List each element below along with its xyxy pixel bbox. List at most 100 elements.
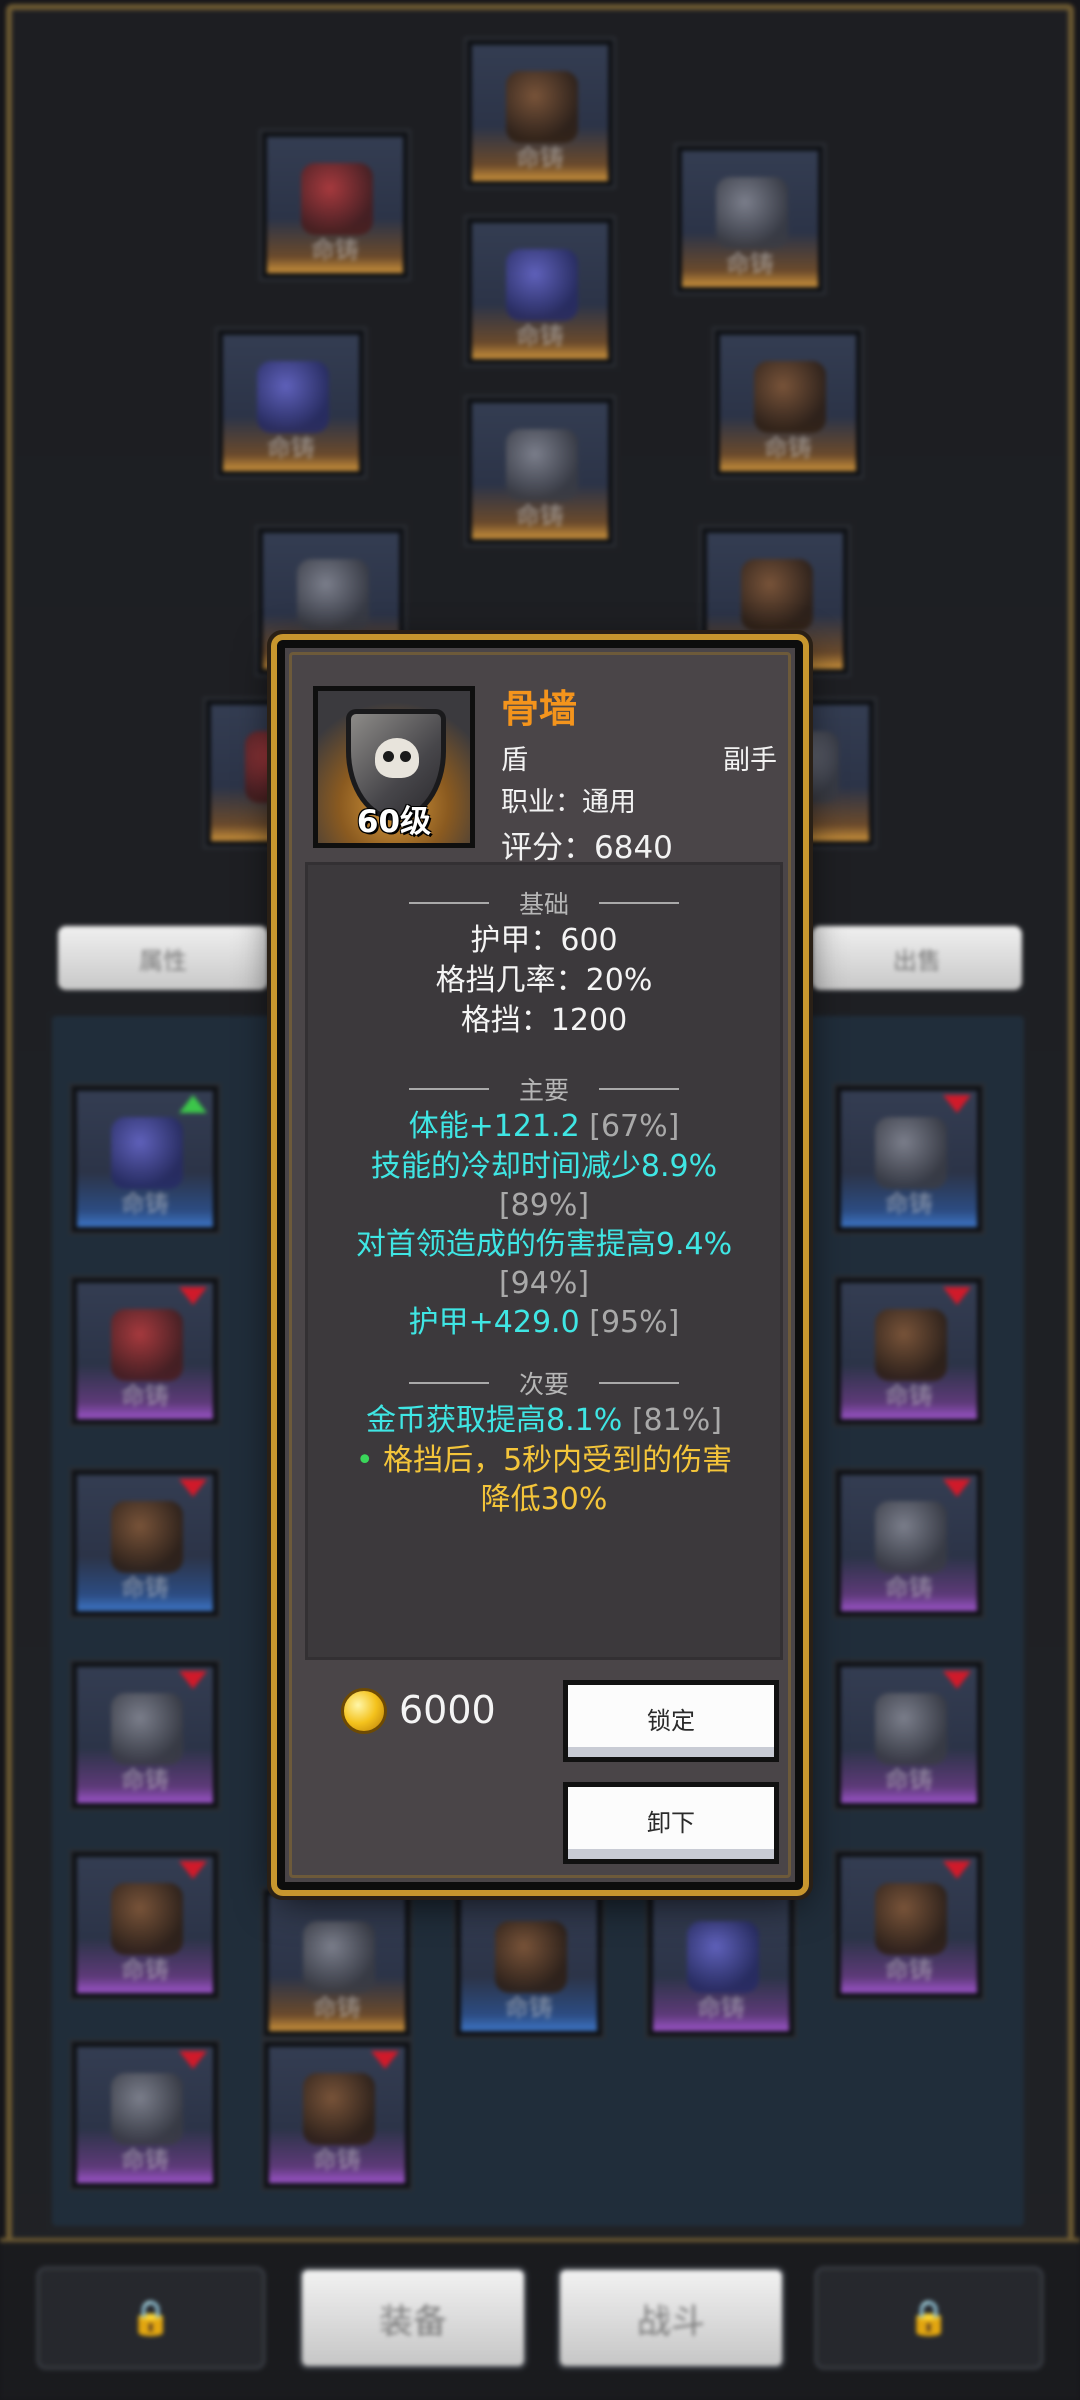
slot-label: 命铸 bbox=[505, 1994, 553, 2022]
inventory-slot[interactable]: 命铸 bbox=[836, 1278, 982, 1424]
gold-coin-icon bbox=[341, 1688, 387, 1734]
bottom-tab-bar: 🔒 装备 战斗 🔒 bbox=[0, 2238, 1080, 2400]
slot-label: 命铸 bbox=[726, 250, 774, 278]
downgrade-arrow-icon bbox=[179, 1287, 207, 1305]
item-level: 60级 bbox=[356, 804, 432, 840]
inventory-slot[interactable]: 命铸 bbox=[72, 1662, 218, 1808]
belt-icon bbox=[506, 429, 578, 501]
attributes-button-label: 属性 bbox=[139, 946, 187, 975]
tab-locked-2[interactable]: 🔒 bbox=[814, 2266, 1044, 2370]
inventory-slot[interactable]: 命铸 bbox=[836, 1662, 982, 1808]
unequip-button[interactable]: 卸下 bbox=[563, 1782, 779, 1864]
slot-label: 命铸 bbox=[764, 434, 812, 462]
ring-icon bbox=[297, 559, 369, 631]
inventory-slot[interactable]: 命铸 bbox=[264, 1890, 410, 2036]
downgrade-arrow-icon bbox=[179, 1861, 207, 1879]
slot-label: 命铸 bbox=[885, 1574, 933, 1602]
item-score: 评分：6840 bbox=[501, 830, 673, 866]
slot-label: 命铸 bbox=[516, 502, 564, 530]
equip-slot-gloves[interactable]: 命铸 bbox=[218, 330, 364, 476]
base-stat-block-chance: 格挡几率：20% bbox=[435, 963, 653, 998]
equip-slot-bracer[interactable]: 命铸 bbox=[715, 330, 861, 476]
base-stat-block: 格挡：1200 bbox=[460, 1003, 628, 1038]
bracer-icon bbox=[754, 361, 826, 433]
primary-affix-2: 技能的冷却时间减少8.9% bbox=[370, 1149, 718, 1184]
tab-battle-label: 战斗 bbox=[637, 2301, 705, 2342]
ring-icon bbox=[741, 559, 813, 631]
slot-label: 命铸 bbox=[313, 1994, 361, 2022]
item-icon-frame: 60级 bbox=[313, 686, 475, 848]
tab-equipment[interactable]: 装备 bbox=[298, 2266, 528, 2370]
tab-locked-1[interactable]: 🔒 bbox=[36, 2266, 266, 2370]
affix-text: 护甲+429.0 bbox=[408, 1305, 580, 1340]
downgrade-arrow-icon bbox=[371, 2051, 399, 2069]
necklace-icon bbox=[303, 1921, 375, 1993]
slot-label: 命铸 bbox=[121, 2146, 169, 2174]
affix-roll-percent: [81%] bbox=[631, 1403, 722, 1438]
attributes-button[interactable]: 属性 bbox=[58, 926, 268, 990]
inventory-slot[interactable]: 命铸 bbox=[648, 1890, 794, 2036]
slot-label: 命铸 bbox=[516, 144, 564, 172]
equip-slot-helmet[interactable]: 命铸 bbox=[467, 40, 613, 186]
slot-label: 命铸 bbox=[121, 1190, 169, 1218]
divider bbox=[408, 1088, 489, 1090]
secondary-section-header: 次要 bbox=[308, 1365, 780, 1401]
inventory-slot[interactable]: 命铸 bbox=[72, 1852, 218, 1998]
equip-slot-cape[interactable]: 命铸 bbox=[262, 132, 408, 278]
primary-affix-2-roll: [89%] bbox=[498, 1188, 590, 1223]
affix-roll-percent: [95%] bbox=[589, 1305, 680, 1340]
divider bbox=[408, 1382, 489, 1384]
primary-header-label: 主要 bbox=[518, 1076, 569, 1105]
equip-slot-chest[interactable]: 命铸 bbox=[467, 218, 613, 364]
base-header-label: 基础 bbox=[518, 890, 569, 919]
legendary-bullet-icon: • bbox=[355, 1443, 374, 1478]
slot-label: 命铸 bbox=[121, 1956, 169, 1984]
affix-text: 体能+121.2 bbox=[408, 1109, 580, 1144]
inventory-slot[interactable]: 命铸 bbox=[836, 1086, 982, 1232]
divider bbox=[408, 902, 489, 904]
equip-slot-necklace[interactable]: 命铸 bbox=[677, 146, 823, 292]
inventory-slot[interactable]: 命铸 bbox=[836, 1470, 982, 1616]
item-class: 职业：通用 bbox=[501, 787, 636, 818]
downgrade-arrow-icon bbox=[943, 1479, 971, 1497]
affix-text: 金币获取提高8.1% bbox=[366, 1403, 623, 1438]
legendary-text-line2: 降低30% bbox=[480, 1482, 608, 1517]
inventory-slot[interactable]: 命铸 bbox=[836, 1852, 982, 1998]
primary-affix-3-roll: [94%] bbox=[498, 1266, 590, 1301]
hatchet-icon bbox=[111, 1883, 183, 1955]
inventory-slot[interactable]: 命铸 bbox=[72, 1278, 218, 1424]
item-detail-dialog: 60级 骨墙 盾 副手 职业：通用 评分：6840 基础 护甲：600 格挡几率… bbox=[277, 640, 803, 1890]
inventory-slot[interactable]: 命铸 bbox=[72, 1470, 218, 1616]
primary-affix-4: 护甲+429.0 [95%] bbox=[308, 1303, 780, 1343]
downgrade-arrow-icon bbox=[179, 1479, 207, 1497]
item-name: 骨墙 bbox=[501, 687, 578, 731]
inventory-slot[interactable]: 命铸 bbox=[456, 1890, 602, 2036]
hammer-icon bbox=[495, 1921, 567, 1993]
slot-label: 命铸 bbox=[885, 1956, 933, 1984]
downgrade-arrow-icon bbox=[943, 1095, 971, 1113]
bracer-icon bbox=[303, 2073, 375, 2145]
inventory-slot[interactable]: 命铸 bbox=[72, 2042, 218, 2188]
secondary-header-label: 次要 bbox=[518, 1370, 569, 1399]
tab-battle[interactable]: 战斗 bbox=[556, 2266, 786, 2370]
unequip-button-label: 卸下 bbox=[647, 1808, 695, 1837]
skull-icon bbox=[375, 738, 419, 778]
axe-icon bbox=[875, 1693, 947, 1765]
equip-slot-belt[interactable]: 命铸 bbox=[467, 398, 613, 544]
legendary-affix: • 格挡后，5秒内受到的伤害 bbox=[308, 1441, 780, 1481]
lock-button[interactable]: 锁定 bbox=[563, 1680, 779, 1762]
inventory-slot[interactable]: 命铸 bbox=[264, 2042, 410, 2188]
downgrade-arrow-icon bbox=[943, 1671, 971, 1689]
slot-label: 命铸 bbox=[121, 1766, 169, 1794]
item-slot: 副手 bbox=[723, 745, 777, 776]
primary-affix-3: 对首领造成的伤害提高9.4% bbox=[355, 1227, 733, 1262]
necklace-icon bbox=[716, 177, 788, 249]
inventory-slot[interactable]: 命铸 bbox=[72, 1086, 218, 1232]
chest-armor-icon bbox=[111, 1117, 183, 1189]
affix-roll-percent: [67%] bbox=[589, 1109, 680, 1144]
chest-armor-icon bbox=[506, 249, 578, 321]
slot-label: 命铸 bbox=[121, 1382, 169, 1410]
sell-button[interactable]: 出售 bbox=[812, 926, 1022, 990]
helmet-icon bbox=[506, 71, 578, 143]
downgrade-arrow-icon bbox=[179, 2051, 207, 2069]
